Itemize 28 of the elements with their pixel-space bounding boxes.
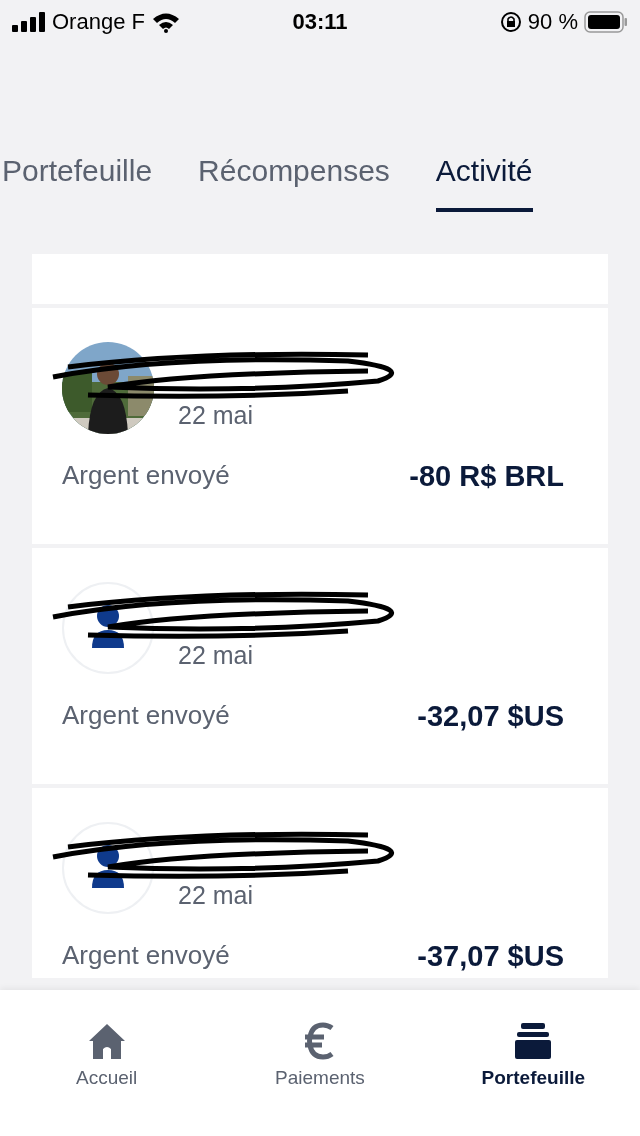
battery-icon bbox=[584, 11, 628, 33]
rotation-lock-icon bbox=[499, 11, 522, 33]
activity-card[interactable]: 22 mai Argent envoyé -32,07 $US bbox=[32, 548, 608, 784]
person-icon bbox=[62, 822, 154, 914]
transaction-date: 22 mai bbox=[178, 400, 255, 430]
carrier-name: Orange F bbox=[52, 9, 145, 35]
person-icon bbox=[62, 582, 154, 674]
transaction-date: 22 mai bbox=[178, 640, 255, 670]
euro-icon bbox=[304, 1021, 336, 1061]
transaction-amount: -37,07 $US bbox=[417, 940, 564, 973]
activity-card[interactable]: 22 mai Argent envoyé -37,07 $US bbox=[32, 788, 608, 978]
wallet-icon bbox=[513, 1021, 554, 1061]
nav-item[interactable]: Portefeuille bbox=[443, 1020, 624, 1136]
battery-percent: 90 % bbox=[527, 9, 578, 35]
tab[interactable]: Activité bbox=[435, 154, 533, 212]
nav-item[interactable]: Accueil bbox=[16, 1020, 197, 1136]
clock-time: 03:11 bbox=[292, 9, 348, 35]
signal-icon bbox=[12, 12, 46, 32]
tab[interactable]: Récompenses bbox=[198, 154, 390, 212]
transaction-type: Argent envoyé bbox=[62, 940, 230, 972]
activity-card[interactable]: 22 mai Argent envoyé -80 R$ BRL bbox=[32, 308, 608, 544]
transaction-date: 22 mai bbox=[178, 880, 255, 910]
transaction-amount: -32,07 $US bbox=[417, 700, 564, 733]
transaction-type: Argent envoyé bbox=[62, 460, 230, 492]
tab[interactable]: Portefeuille bbox=[2, 154, 153, 212]
transaction-type: Argent envoyé bbox=[62, 700, 230, 732]
transaction-amount: -80 R$ BRL bbox=[409, 460, 564, 493]
nav-item[interactable]: Paiements bbox=[230, 1020, 410, 1136]
